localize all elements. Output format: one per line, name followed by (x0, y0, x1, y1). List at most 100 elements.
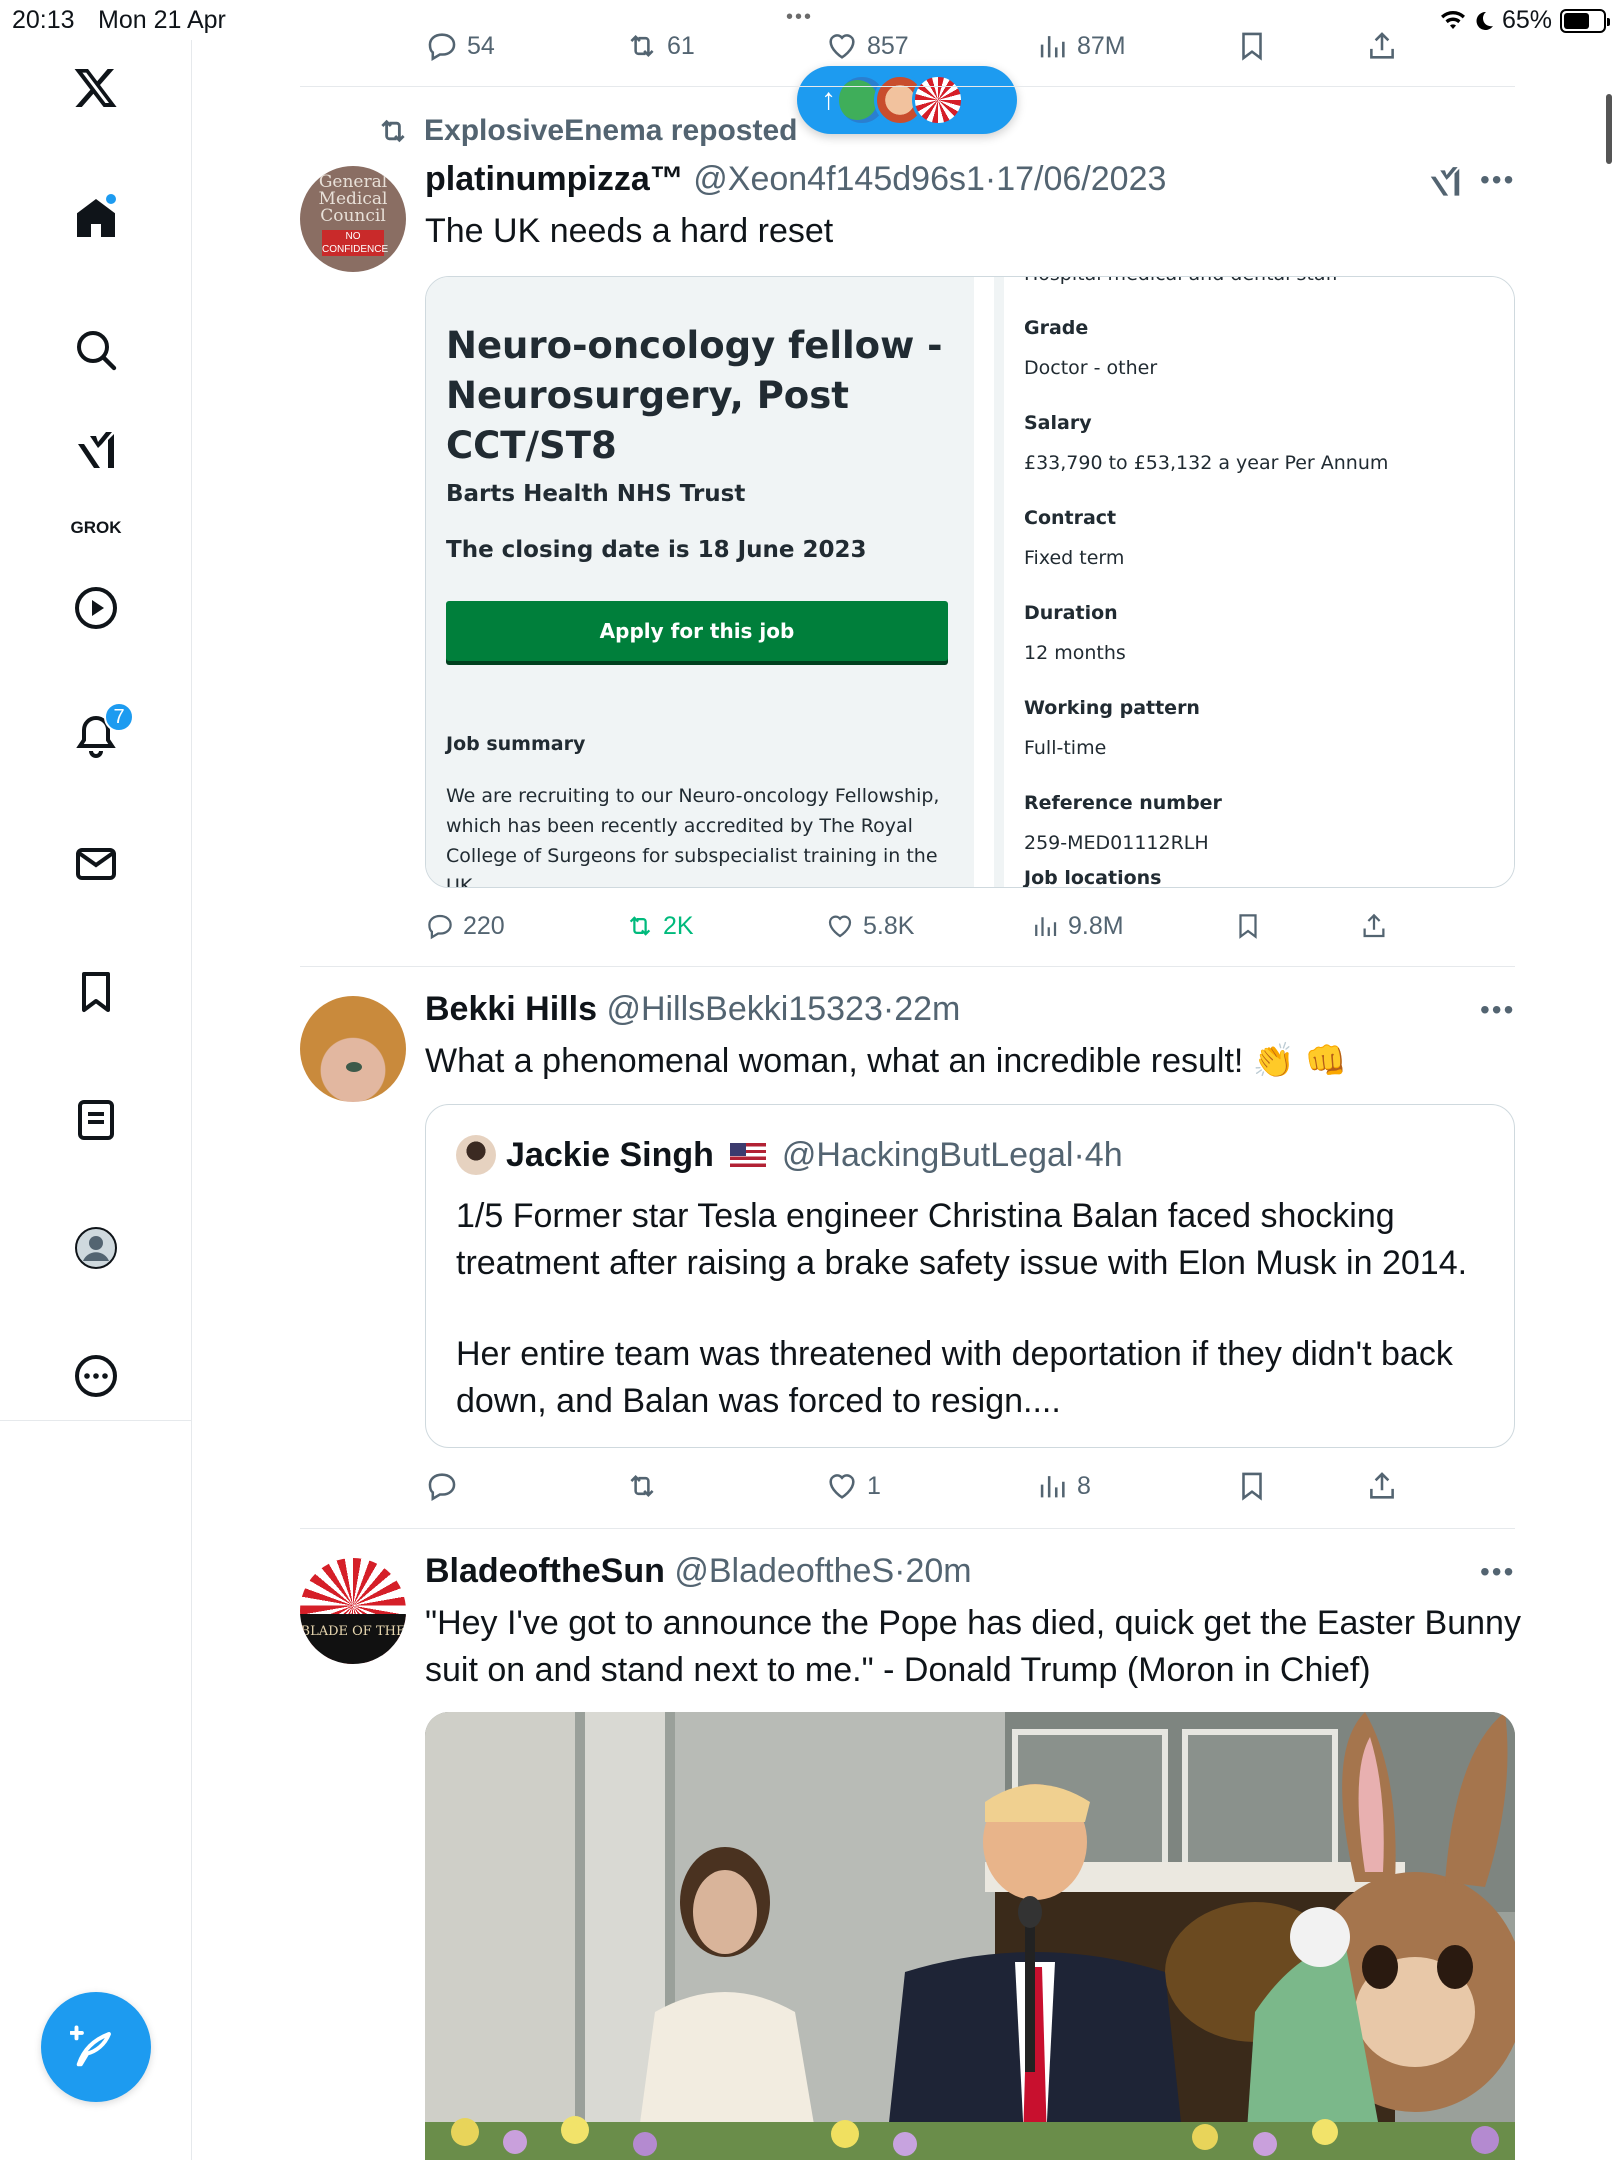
wifi-icon (1440, 10, 1465, 29)
tweet-time[interactable]: 20m (905, 1552, 971, 1590)
working-pattern-value: Full-time (1024, 737, 1107, 759)
repost-icon (630, 34, 654, 58)
job-locations-label: Job locations (1024, 867, 1162, 888)
reply-button[interactable]: 54 (425, 29, 495, 63)
author-name[interactable]: BladeoftheSun (425, 1552, 665, 1590)
avatar-stamp: NO CONFIDENCE (322, 230, 389, 256)
repost-button[interactable] (625, 1469, 667, 1503)
grade-value: Doctor - other (1024, 357, 1158, 379)
repost-indicator[interactable]: ExplosiveEnema reposted (376, 114, 797, 148)
avatar[interactable]: BLADE OF THE (300, 1558, 406, 1664)
apply-button: Apply for this job (446, 601, 948, 661)
status-time: 20:13 (12, 6, 75, 34)
more-menu-icon[interactable]: ••• (1480, 994, 1515, 1026)
share-button[interactable] (1359, 911, 1389, 941)
share-button[interactable] (1365, 29, 1399, 63)
sidebar-divider (0, 1420, 192, 1421)
quote-text: 1/5 Former star Tesla engineer Christina… (456, 1197, 1468, 1420)
like-button[interactable]: 1 (825, 1469, 881, 1503)
quote-avatar (456, 1135, 496, 1175)
quoted-tweet[interactable]: Jackie Singh @HackingButLegal·4h 1/5 For… (425, 1104, 1515, 1448)
bookmark-button[interactable] (1233, 911, 1263, 941)
salary-label: Salary (1024, 412, 1092, 434)
repost-count: 61 (667, 31, 695, 60)
share-button[interactable] (1365, 1469, 1399, 1503)
views-button[interactable]: 87M (1035, 29, 1126, 63)
salary-value: £33,790 to £53,132 a year Per Annum (1024, 452, 1389, 474)
repost-button[interactable]: 2K (625, 911, 694, 941)
profile-avatar-icon[interactable] (68, 1220, 124, 1276)
home-icon[interactable] (68, 190, 124, 246)
prev-tweet-actions: 54 61 857 87M (425, 24, 1425, 68)
author-handle[interactable]: @HillsBekki15323 (606, 990, 882, 1028)
views-count: 8 (1077, 1471, 1091, 1500)
avatar[interactable] (300, 996, 406, 1102)
job-cut-text: Hospital medical and dental staff (1024, 277, 1339, 285)
more-options-circle-icon[interactable] (68, 1348, 124, 1404)
reply-icon (428, 1473, 456, 1502)
battery-percent: 65% (1501, 6, 1552, 34)
search-icon[interactable] (68, 322, 124, 378)
reply-count: 54 (467, 31, 495, 60)
like-count: 857 (867, 31, 909, 60)
notifications-bell-icon[interactable]: 7 (68, 702, 134, 764)
tweet-time[interactable]: 22m (894, 990, 960, 1028)
reply-icon (428, 33, 456, 62)
scrollbar[interactable] (1606, 94, 1612, 164)
bookmark-button[interactable] (1235, 29, 1269, 63)
home-unread-dot (104, 192, 118, 206)
job-listing-image[interactable]: Neuro-oncology fellow - Neurosurgery, Po… (425, 276, 1515, 888)
video-play-icon[interactable] (68, 580, 124, 636)
views-button[interactable]: 8 (1035, 1469, 1091, 1503)
tweet-text: "Hey I've got to announce the Pope has d… (425, 1604, 1521, 1689)
job-summary: We are recruiting to our Neuro-oncology … (446, 785, 940, 888)
separator-dot: · (894, 1552, 906, 1590)
job-right-panel: Hospital medical and dental staff Grade … (994, 277, 1514, 888)
author-handle[interactable]: @Xeon4f145d96s1 (693, 160, 985, 198)
lists-icon[interactable] (68, 1092, 124, 1148)
grok-label[interactable]: GROK (60, 518, 132, 538)
duration-label: Duration (1024, 602, 1118, 624)
views-chart-icon (1040, 1476, 1065, 1498)
more-menu-icon[interactable]: ••• (1480, 164, 1515, 196)
bookmark-icon (1242, 32, 1262, 61)
tweet-header: BladeoftheSun @BladeoftheS·20m (425, 1552, 972, 1591)
reply-button[interactable]: 220 (425, 911, 505, 941)
job-summary-heading: Job summary (446, 733, 586, 755)
media-scene (425, 1712, 1515, 2160)
views-count: 87M (1077, 31, 1126, 60)
author-name[interactable]: Bekki Hills (425, 990, 597, 1028)
views-button[interactable]: 9.8M (1030, 911, 1124, 941)
bookmarks-icon[interactable] (68, 964, 124, 1020)
quote-author-name: Jackie Singh (506, 1135, 714, 1174)
repost-button[interactable]: 61 (625, 29, 695, 63)
grok-explain-icon[interactable] (1426, 164, 1464, 207)
separator-dot: · (882, 990, 895, 1028)
compose-post-button[interactable] (41, 1992, 151, 2102)
bookmark-icon (1242, 1472, 1262, 1501)
like-button[interactable]: 857 (825, 29, 909, 63)
tweet-media-image[interactable] (425, 1712, 1515, 2160)
reply-button[interactable] (425, 1469, 467, 1503)
quote-author-handle: @HackingButLegal·4h (781, 1135, 1123, 1174)
like-button[interactable]: 5.8K (825, 911, 914, 941)
grok-icon[interactable] (68, 424, 124, 480)
more-menu-icon[interactable]: ••• (1480, 1556, 1515, 1588)
views-count: 9.8M (1068, 911, 1124, 940)
reference-label: Reference number (1024, 792, 1222, 814)
like-count: 5.8K (863, 911, 915, 940)
author-handle[interactable]: @BladeoftheS (674, 1552, 894, 1590)
new-posts-pill[interactable]: ↑ (797, 66, 1017, 134)
avatar[interactable]: General Medical Council NO CONFIDENCE (300, 166, 406, 272)
author-name[interactable]: platinumpizza™ (425, 160, 684, 198)
tweet-divider (300, 1528, 1515, 1529)
messages-envelope-icon[interactable] (68, 836, 124, 892)
bookmark-button[interactable] (1235, 1469, 1269, 1503)
bookmark-icon (1239, 914, 1257, 939)
reference-value: 259-MED01112RLH (1024, 832, 1209, 854)
tweet-date[interactable]: 17/06/2023 (996, 160, 1166, 198)
repost-icon (381, 119, 405, 143)
x-logo-icon[interactable] (68, 60, 124, 116)
duration-value: 12 months (1024, 642, 1126, 664)
avatar-logo-text: BLADE OF THE (300, 1624, 406, 1639)
